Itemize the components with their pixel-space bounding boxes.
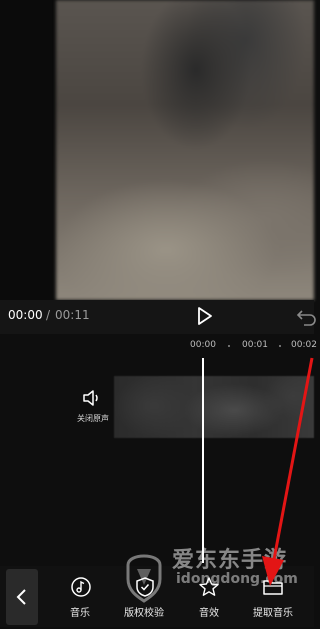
ruler-dot [228,345,230,347]
watermark-logo [120,545,168,607]
speaker-icon[interactable] [82,390,102,406]
ruler-label-0: 00:00 [190,340,216,350]
red-arrow-annotation [262,357,314,586]
play-icon [198,307,212,325]
ruler-label-2: 00:02 [291,340,317,350]
music-tool[interactable] [70,576,92,602]
music-label[interactable]: 音乐 [70,604,90,619]
music-note-icon [71,577,91,597]
undo-icon [296,310,316,326]
play-button[interactable] [193,305,215,327]
sound-effects-label[interactable]: 音效 [199,604,219,619]
ruler-dot [279,345,281,347]
mute-original-sound-label[interactable]: 关闭原声 [72,413,114,424]
ruler-label-1: 00:01 [242,340,268,350]
extract-music-label[interactable]: 提取音乐 [253,604,293,619]
chevron-left-icon [16,589,26,605]
time-separator: / [46,308,51,322]
undo-button[interactable] [296,305,316,327]
video-preview[interactable] [56,0,314,300]
total-time: 00:11 [55,308,90,322]
current-time: 00:00 [8,308,43,322]
back-button[interactable] [6,569,38,625]
playhead[interactable] [202,358,204,563]
